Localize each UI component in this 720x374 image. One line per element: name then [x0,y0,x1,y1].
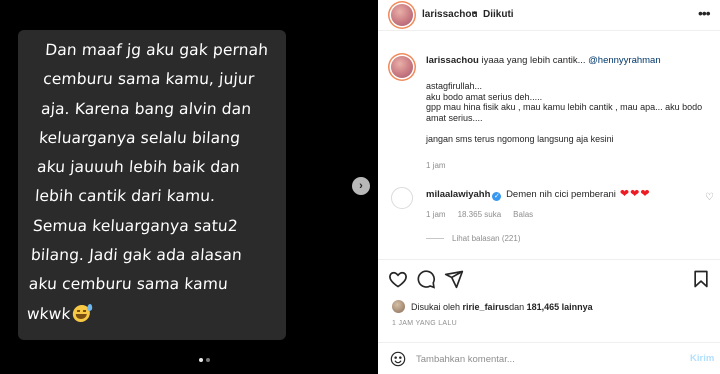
caption-text: iyaaa yang lebih cantik... [481,55,589,66]
comment-item: milaalawiyahh ✓ Demen nih cici pemberani ❤… [426,187,651,201]
quote-card: Dan maaf jg aku gak pernah cemburu sama … [18,30,286,362]
header-separator: • [473,8,477,19]
comment-reply-button[interactable]: Balas [513,210,533,219]
caption-body: astagfirullah... aku bodo amat serius de… [426,81,708,145]
view-replies-label: Lihat balasan (221) [452,234,521,243]
more-horizontal-icon[interactable]: ••• [698,5,711,21]
likes-count[interactable]: 181,465 lainnya [527,302,593,312]
comment-like-count[interactable]: 18.365 suka [458,210,502,219]
caption-line-break [426,123,708,134]
liked-by-middle: dan [509,301,525,312]
author-avatar[interactable] [391,4,413,26]
comment-text: Demen nih cici pemberani [506,189,616,200]
author-username[interactable]: larissachou [422,9,478,20]
caption-line: jangan sms terus ngomong langsung aja ke… [426,134,614,144]
commenter-avatar[interactable] [391,187,413,209]
comment-hearts: ❤❤❤ [619,188,651,200]
caption-first-line: larissachou iyaaa yang lebih cantik... @… [426,55,706,67]
caption-timestamp: 1 jam [426,161,446,170]
add-comment-input[interactable] [416,349,666,369]
actions-divider [378,259,720,260]
comment-like-icon[interactable]: ♡ [705,192,714,203]
caption-line: astagfirullah... [426,81,483,91]
caption-author-avatar[interactable] [391,56,413,78]
heart-icon[interactable] [388,269,408,289]
quote-text: Dan maaf jg aku gak pernah cemburu sama … [26,41,269,323]
following-button[interactable]: Diikuti [483,9,514,20]
replies-divider-line [426,238,444,239]
emoji-icon[interactable] [390,351,406,367]
comment-icon[interactable] [416,269,436,289]
post-header: larissachou • Diikuti ••• [378,0,720,31]
carousel-next-button[interactable]: › [352,177,370,195]
post-sidebar: larissachou • Diikuti ••• larissachou iy… [378,0,720,374]
comment-meta: 1 jam 18.365 suka Balas [426,210,533,219]
post-timestamp[interactable]: 1 JAM YANG LALU [392,320,457,327]
carousel-dot [206,358,210,362]
liker-avatar[interactable] [392,300,405,313]
commenter-username[interactable]: milaalawiyahh [426,189,490,200]
bookmark-icon[interactable] [691,269,711,289]
post-media: Dan maaf jg aku gak pernah cemburu sama … [0,0,378,374]
caption-line: gpp mau hina fisik aku , mau kamu lebih … [426,102,703,123]
caption-line: aku bodo amat serius deh..... [426,91,543,102]
caption-mention[interactable]: @hennyyrahman [588,55,661,66]
liker-username[interactable]: ririe_fairus [463,302,510,312]
caption-username[interactable]: larissachou [426,55,479,66]
post-comment-button[interactable]: Kirim [690,353,714,364]
carousel-dot-active [199,358,203,362]
verified-badge-icon: ✓ [492,192,502,201]
liked-by: Disukai oleh ririe_fairus dan 181,465 la… [392,300,593,313]
add-comment-bar: Kirim [378,342,720,374]
carousel-indicator [199,358,210,362]
sweat-smile-emoji-icon [71,303,93,322]
liked-by-prefix: Disukai oleh [411,301,461,312]
comment-timestamp: 1 jam [426,210,446,219]
view-replies-button[interactable]: Lihat balasan (221) [426,234,521,243]
share-icon[interactable] [444,269,464,289]
